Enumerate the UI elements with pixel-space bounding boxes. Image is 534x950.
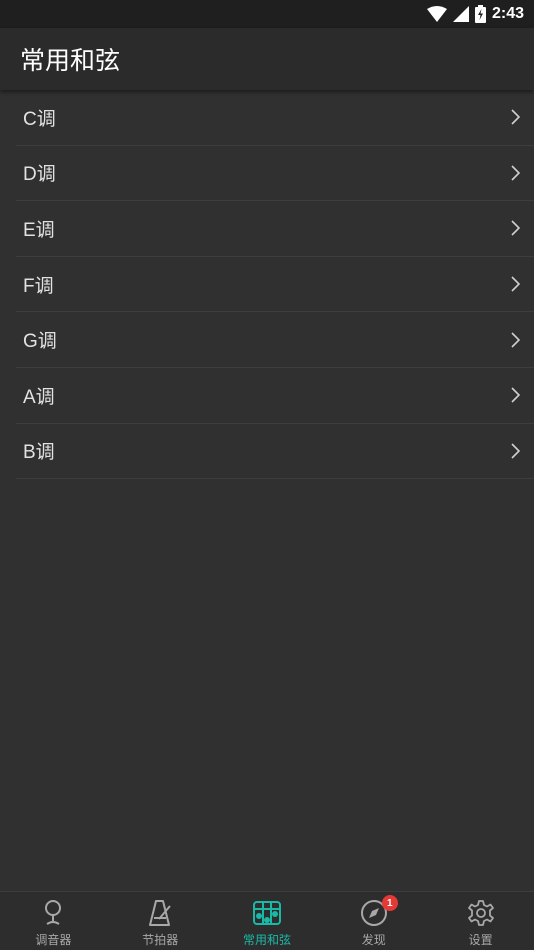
list-item-label: G调 [23, 331, 57, 353]
settings-gear-icon [467, 898, 495, 928]
chord-grid-icon [252, 898, 281, 928]
nav-item-tuner[interactable]: 调音器 [0, 892, 107, 950]
chevron-right-icon [510, 276, 520, 292]
battery-charging-icon [474, 5, 486, 23]
list-item-b-key[interactable]: B调 [16, 424, 534, 480]
nav-item-chords[interactable]: 常用和弦 [214, 892, 321, 950]
list-item-d-key[interactable]: D调 [16, 146, 534, 202]
list-item-e-key[interactable]: E调 [16, 201, 534, 257]
nav-label: 常用和弦 [242, 933, 291, 947]
chevron-right-icon [510, 109, 520, 125]
metronome-icon [148, 898, 172, 928]
list-item-label: F调 [23, 275, 54, 297]
nav-label: 设置 [468, 933, 493, 947]
list-item-a-key[interactable]: A调 [16, 368, 534, 424]
nav-label: 发现 [361, 933, 386, 947]
list-item-label: E调 [23, 219, 55, 241]
status-time: 2:43 [491, 5, 524, 22]
chevron-right-icon [510, 332, 520, 348]
list-item-label: B调 [23, 442, 55, 464]
chevron-right-icon [510, 220, 520, 237]
nav-label: 节拍器 [142, 933, 179, 947]
status-bar: 2:43 [0, 0, 534, 28]
list-item-f-key[interactable]: F调 [16, 257, 534, 313]
list-item-g-key[interactable]: G调 [16, 312, 534, 368]
chevron-right-icon [510, 165, 520, 181]
compass-icon: 1 [360, 895, 398, 928]
nav-item-settings[interactable]: 设置 [427, 892, 534, 950]
wifi-icon [426, 6, 447, 22]
cellular-signal-icon [452, 6, 469, 22]
key-list: C调 D调 E调 F调 G调 A调 B调 [0, 90, 534, 480]
list-item-label: A调 [23, 386, 55, 408]
tuner-icon [42, 898, 64, 928]
nav-item-metronome[interactable]: 节拍器 [107, 892, 214, 950]
chevron-right-icon [510, 443, 520, 459]
page-title: 常用和弦 [20, 46, 121, 75]
list-item-label: D调 [23, 164, 56, 186]
nav-item-discover[interactable]: 1 发现 [320, 892, 427, 950]
bottom-nav: 调音器 节拍器 常用和弦 1 发现 设置 [0, 891, 534, 950]
list-item-label: C调 [23, 108, 56, 130]
notification-badge: 1 [381, 895, 398, 911]
nav-label: 调音器 [35, 933, 72, 947]
app-bar: 常用和弦 [0, 28, 534, 90]
chevron-right-icon [510, 387, 520, 403]
list-item-c-key[interactable]: C调 [16, 90, 534, 146]
